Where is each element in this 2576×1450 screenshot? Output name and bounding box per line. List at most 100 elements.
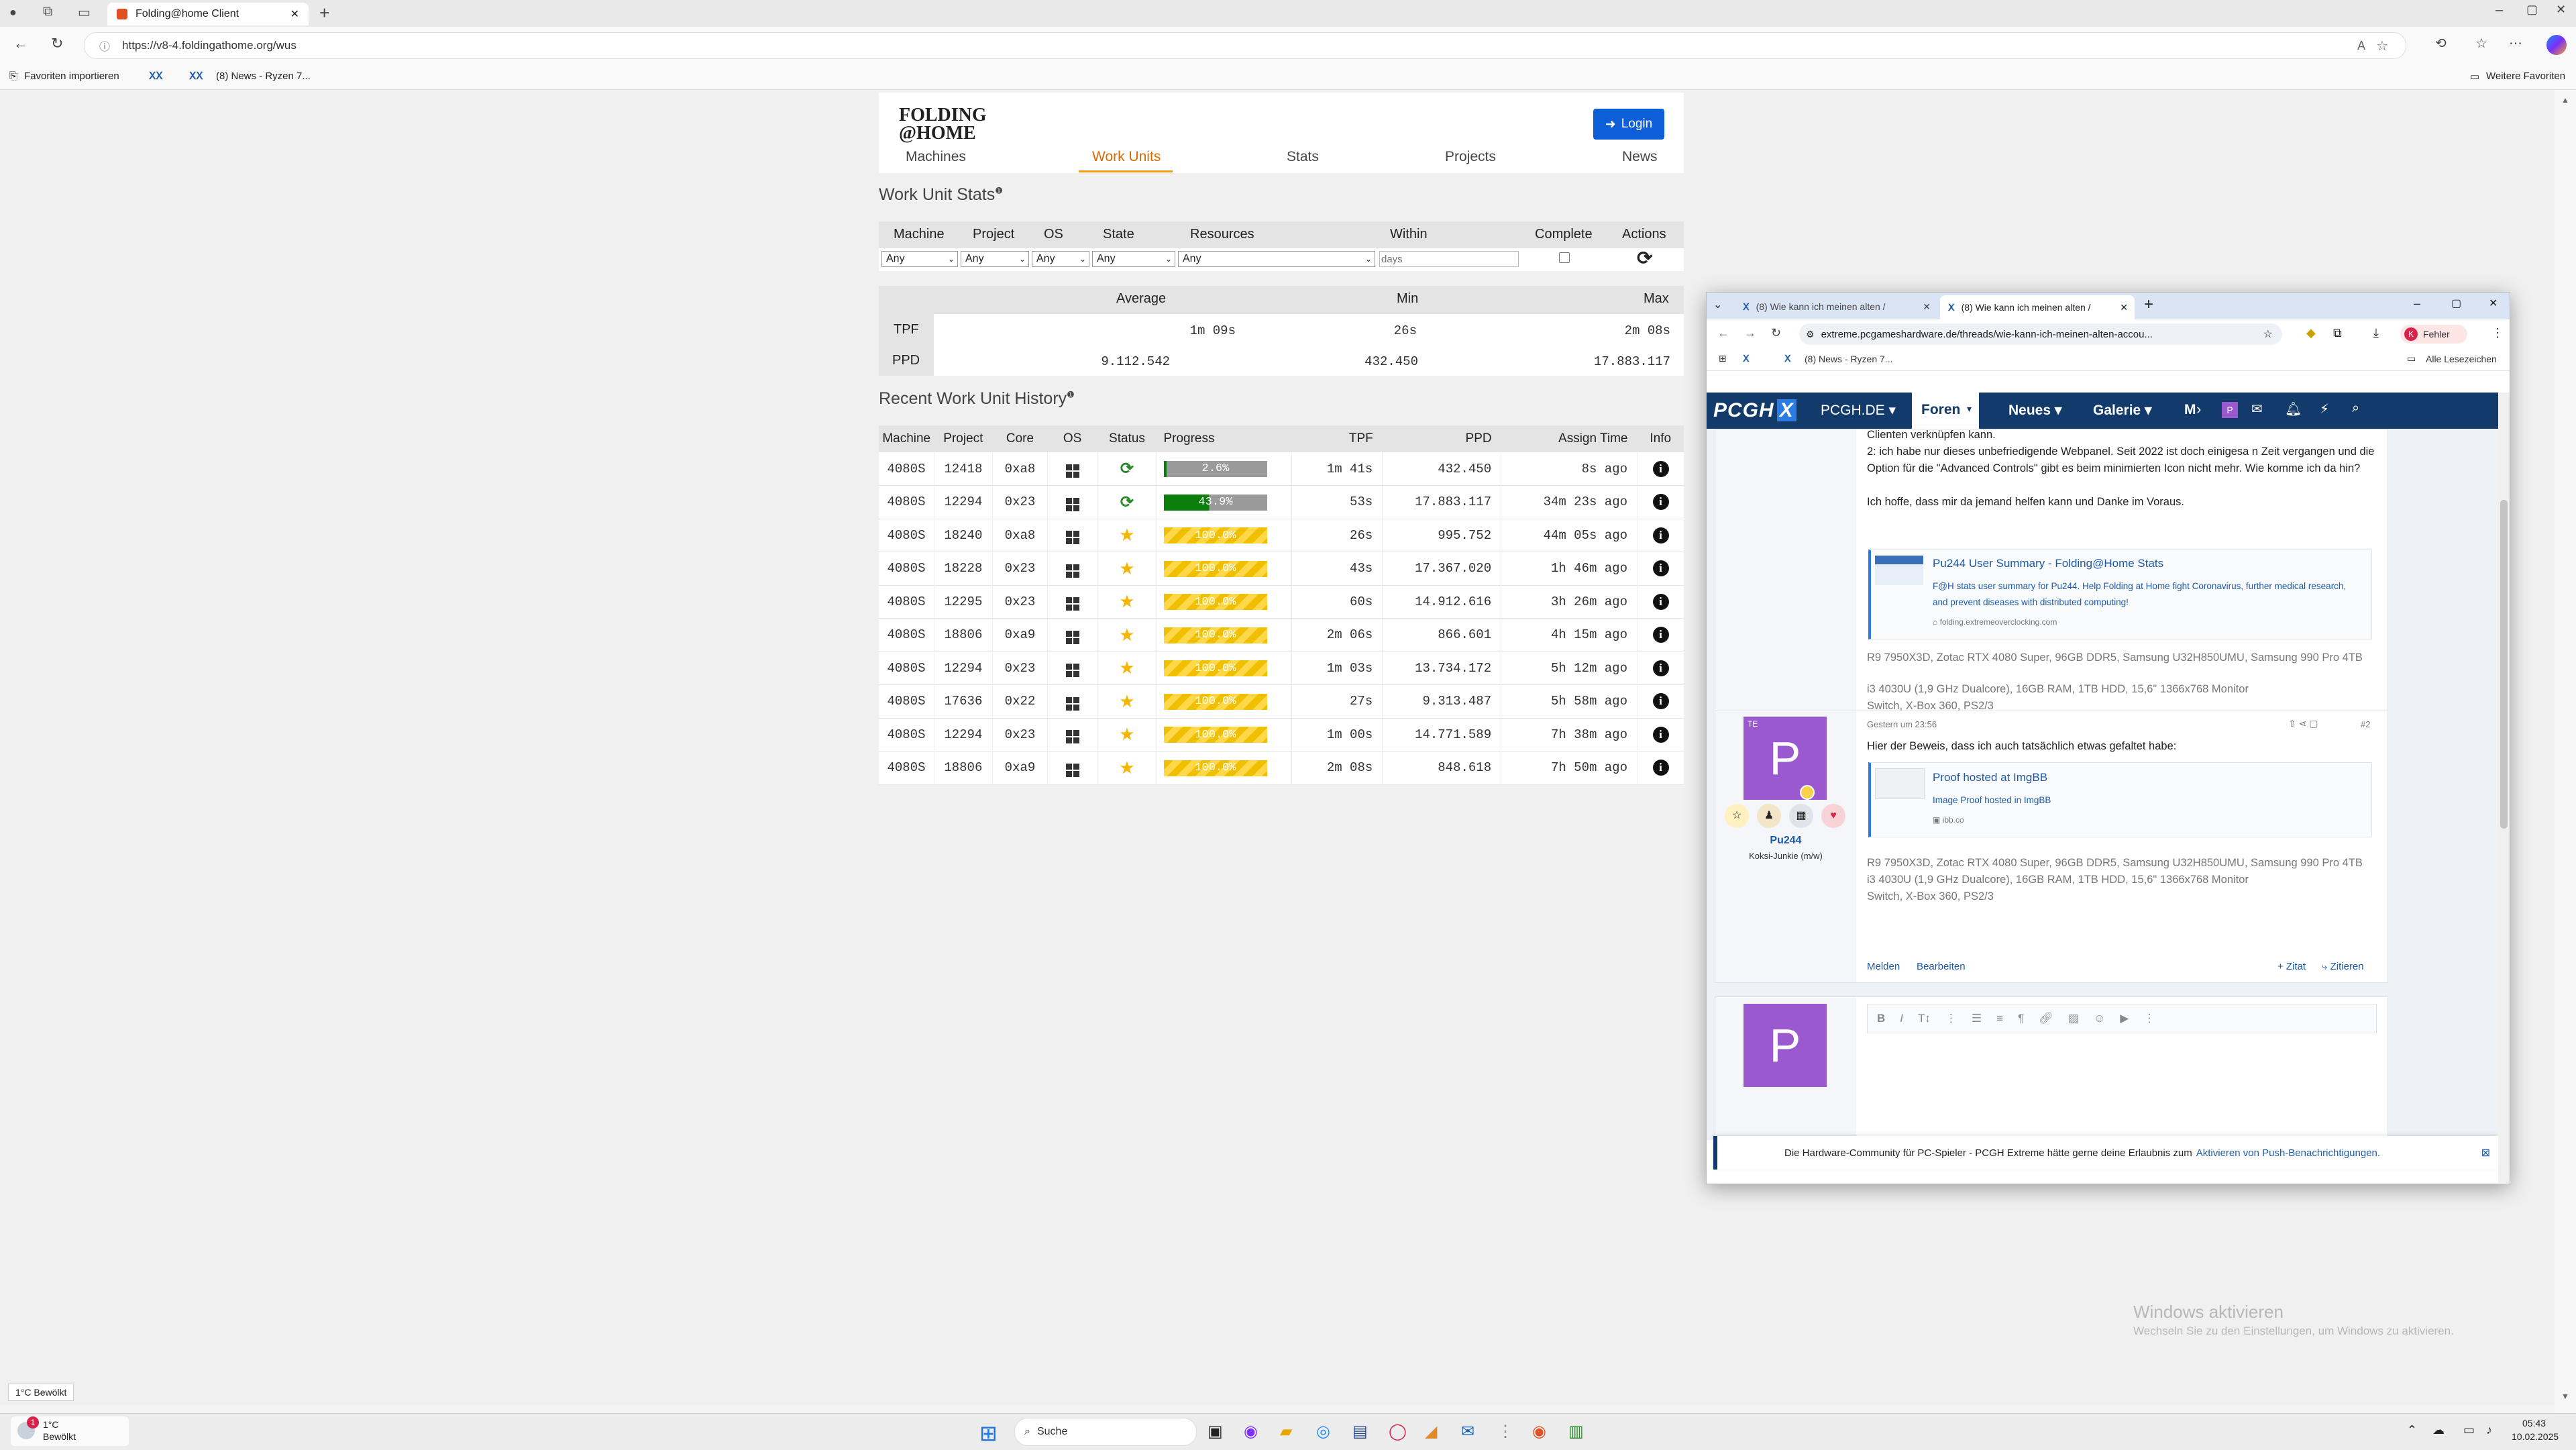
nav-galerie[interactable]: Galerie ▾ — [2093, 402, 2152, 419]
nav-projects[interactable]: Projects — [1445, 149, 1496, 165]
nav-stats[interactable]: Stats — [1287, 149, 1319, 165]
copilot-icon[interactable] — [2546, 35, 2567, 55]
outlook-icon[interactable]: ✉ — [1461, 1422, 1474, 1441]
info-icon[interactable]: i — [1652, 460, 1669, 477]
login-button[interactable]: ➜ Login — [1593, 109, 1664, 140]
site-info-icon[interactable]: ⓘ — [99, 38, 110, 54]
inbox-icon[interactable]: ✉ — [2251, 401, 2263, 417]
media-app-icon[interactable]: ◢ — [1425, 1422, 1437, 1441]
stats-help-icon[interactable]: ❶ — [995, 186, 1003, 196]
workspaces-icon[interactable]: ⧉ — [43, 4, 52, 19]
embed-2-title[interactable]: Proof hosted at ImgBB — [1933, 771, 2047, 784]
filter-resources-select[interactable]: Any ⌄ — [1178, 251, 1375, 267]
fav-import[interactable]: Favoriten importieren — [24, 70, 119, 82]
italic-icon[interactable]: I — [1900, 1012, 1903, 1025]
post-2-cite[interactable]: ⤷ Zitieren — [2322, 961, 2364, 972]
user-name[interactable]: Pu244 — [1715, 835, 1856, 847]
trophy-star-icon[interactable]: ☆ — [1725, 804, 1749, 828]
pcgh-logo[interactable]: PCGH X — [1713, 399, 1796, 422]
nav-work-units[interactable]: Work Units — [1092, 149, 1161, 165]
info-icon[interactable]: i — [1652, 726, 1669, 743]
filter-machine-select[interactable]: Any ⌄ — [881, 251, 958, 267]
nav-pcgh-de[interactable]: PCGH.DE ▾ — [1821, 402, 1896, 419]
pcgh-scroll-thumb[interactable] — [2500, 500, 2508, 829]
maximize-icon[interactable]: ▢ — [2526, 3, 2538, 17]
info-icon[interactable]: i — [1652, 627, 1669, 643]
pcgh-bm-all[interactable]: Alle Lesezeichen — [2426, 354, 2497, 364]
nav-machines[interactable]: Machines — [906, 149, 966, 165]
filter-within-input[interactable] — [1379, 251, 1519, 267]
info-icon[interactable]: i — [1652, 527, 1669, 543]
clock-date[interactable]: 10.02.2025 — [2512, 1431, 2559, 1442]
overflow-apps-icon[interactable]: ⋮ — [1497, 1422, 1513, 1441]
new-tab-icon[interactable]: + — [319, 3, 329, 23]
pcgh-tab-2[interactable]: Ⅹ (8) Wie kann ich meinen alten / ✕ — [1940, 295, 2135, 319]
refresh-icon[interactable]: ⟳ — [1637, 247, 1652, 269]
nav-neues[interactable]: Neues ▾ — [2008, 402, 2061, 419]
bolt-icon[interactable]: ⚡︎ — [2320, 401, 2329, 417]
nav-next-icon[interactable]: › — [2196, 401, 2201, 418]
refresh-icon[interactable]: ↻ — [51, 35, 63, 52]
profile-icon[interactable]: ● — [9, 5, 17, 19]
volume-icon[interactable]: ♪ — [2486, 1423, 2492, 1437]
profile-error-chip[interactable]: K Fehler — [2400, 325, 2467, 344]
embed-imgbb[interactable]: Proof hosted at ImgBB Image Proof hosted… — [1868, 762, 2372, 837]
embed-fah-stats[interactable]: Pu244 User Summary - Folding@Home Stats … — [1868, 550, 2372, 639]
opera-icon[interactable]: ◯ — [1389, 1422, 1407, 1441]
trophy-fold-icon[interactable]: ♟ — [1757, 804, 1781, 828]
nav-more[interactable]: M — [2184, 402, 2196, 418]
scroll-up-icon[interactable]: ▲ — [2561, 95, 2569, 105]
edge-icon[interactable]: ◎ — [1316, 1422, 1330, 1441]
page-scrollbar[interactable]: ▲ ▼ — [2555, 90, 2576, 1413]
minimize-icon[interactable]: – — [2496, 3, 2503, 18]
media-icon[interactable]: ▶ — [2120, 1012, 2129, 1025]
nav-foren-tab[interactable]: Foren ▾ — [1912, 393, 1979, 429]
tray-chevron-icon[interactable]: ⌃ — [2407, 1423, 2417, 1437]
tab-fah[interactable]: Folding@home Client ✕ — [107, 3, 309, 25]
post-2-time[interactable]: Gestern um 23:56 — [1867, 719, 1937, 729]
extensions-puzzle-icon[interactable]: ⧉ — [2333, 326, 2342, 340]
filter-state-select[interactable]: Any ⌄ — [1092, 251, 1175, 267]
clock-time[interactable]: 05:43 — [2522, 1418, 2546, 1429]
embed-1-title[interactable]: Pu244 User Summary - Folding@Home Stats — [1933, 557, 2163, 570]
forward-icon[interactable]: → — [1744, 326, 1756, 340]
chrome-icon[interactable]: ◉ — [1532, 1422, 1546, 1441]
file-explorer-icon[interactable]: ▰ — [1280, 1422, 1292, 1441]
filter-complete-checkbox[interactable] — [1559, 252, 1570, 263]
post-2-quote[interactable]: + Zitat — [2277, 961, 2306, 972]
copilot-app-icon[interactable]: ◉ — [1244, 1422, 1258, 1441]
more-icon[interactable]: ⋯ — [2509, 35, 2522, 52]
start-icon[interactable]: ⊞ — [979, 1420, 998, 1446]
pcgh-url-field[interactable]: ⚙ extreme.pcgameshardware.de/threads/wie… — [1799, 323, 2282, 345]
info-icon[interactable]: i — [1652, 693, 1669, 710]
fav-more[interactable]: Weitere Favoriten — [2486, 70, 2565, 82]
back-icon[interactable]: ← — [13, 35, 28, 52]
cloud-sync-icon[interactable]: ☁ — [2432, 1423, 2445, 1437]
filter-project-select[interactable]: Any ⌄ — [961, 251, 1029, 267]
fav-news[interactable]: (8) News - Ryzen 7... — [216, 70, 311, 82]
link-icon[interactable]: 🔗︎ — [2039, 1012, 2053, 1025]
minimize-icon[interactable]: – — [2414, 297, 2420, 311]
pcgh-scrollbar[interactable] — [2498, 393, 2510, 1183]
reload-icon[interactable]: ↻ — [1771, 326, 1781, 340]
apps-icon[interactable]: ⊞ — [1719, 353, 1727, 364]
more-options-icon[interactable]: ⋮ — [1945, 1012, 1957, 1025]
pcgh-bm-news[interactable]: (8) News - Ryzen 7... — [1805, 354, 1892, 364]
info-icon[interactable]: i — [1652, 560, 1669, 577]
post-2-edit[interactable]: Bearbeiten — [1917, 961, 1966, 972]
bold-icon[interactable]: B — [1877, 1012, 1885, 1025]
tab-menu-icon[interactable]: ⌄ — [1713, 298, 1722, 311]
info-icon[interactable]: i — [1652, 494, 1669, 511]
post-2-report[interactable]: Melden — [1867, 961, 1900, 972]
network-icon[interactable]: ▭ — [2463, 1423, 2475, 1437]
user-avatar[interactable]: P — [1743, 717, 1827, 800]
vertical-tabs-icon[interactable]: ▭ — [78, 4, 91, 21]
list-icon[interactable]: ☰ — [1972, 1012, 1982, 1025]
menu-icon[interactable]: ⋮ — [2491, 326, 2504, 340]
scroll-down-icon[interactable]: ▼ — [2561, 1392, 2569, 1401]
post-2-number[interactable]: #2 — [2361, 719, 2370, 729]
post-2-share-icons[interactable]: ⇧ ⋖ ▢ — [2288, 718, 2318, 729]
window-close-icon[interactable]: ✕ — [2556, 3, 2566, 17]
task-view-icon[interactable]: ▣ — [1208, 1422, 1223, 1441]
extension-icon[interactable]: ◆ — [2306, 326, 2316, 340]
